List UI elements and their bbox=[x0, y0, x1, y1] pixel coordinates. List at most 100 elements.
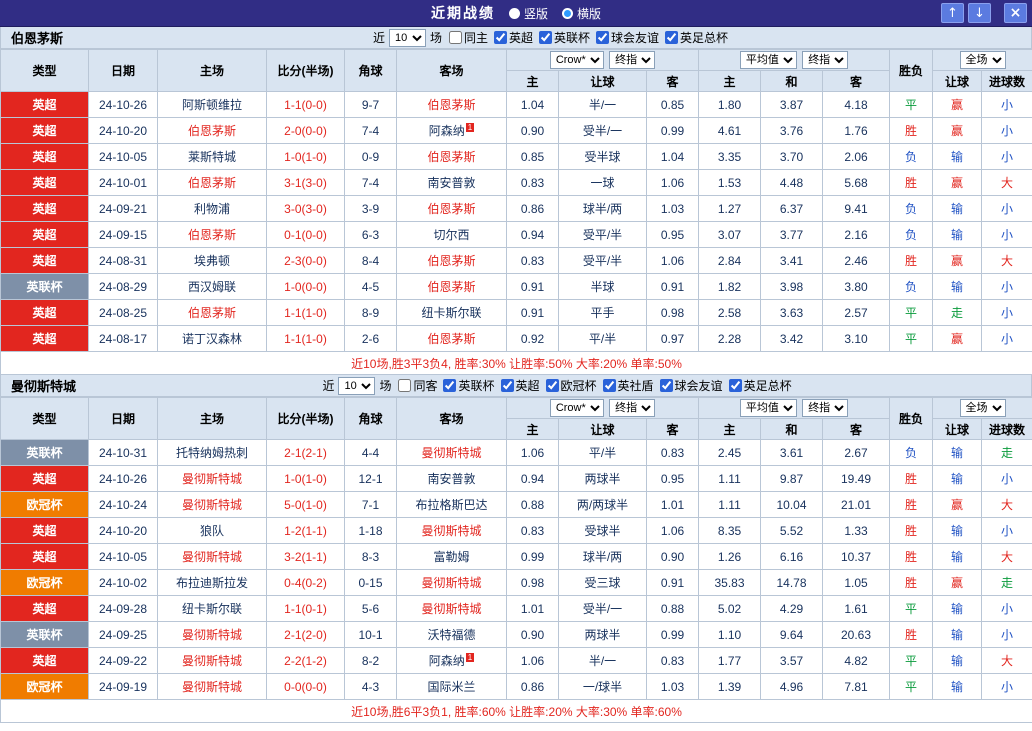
league-filter-checkbox[interactable]: 英联杯 bbox=[539, 29, 590, 46]
home-team[interactable]: 伯恩茅斯 bbox=[157, 221, 267, 248]
europe-company-select[interactable]: 平均值 bbox=[739, 399, 797, 417]
handicap-away-odds: 1.06 bbox=[645, 169, 700, 196]
away-team[interactable]: 曼彻斯特城 bbox=[396, 517, 507, 544]
league-filter-checkbox[interactable]: 英超 bbox=[494, 29, 533, 46]
away-team[interactable]: 伯恩茅斯 bbox=[396, 247, 507, 274]
home-team[interactable]: 曼彻斯特城 bbox=[157, 647, 267, 674]
match-row: 英超 24-10-01 伯恩茅斯 3-1(3-0) 7-4 南安普敦 0.83 一球 1.06 1… bbox=[0, 169, 1032, 196]
home-team[interactable]: 诺丁汉森林 bbox=[157, 325, 267, 352]
checkbox-input[interactable] bbox=[665, 31, 679, 44]
away-team[interactable]: 南安普敦 bbox=[396, 169, 507, 196]
layout-radio-vertical[interactable]: 竖版 bbox=[508, 5, 548, 22]
col-away: 客场 bbox=[396, 397, 507, 440]
checkbox-input[interactable] bbox=[596, 31, 610, 44]
home-team[interactable]: 曼彻斯特城 bbox=[157, 673, 267, 700]
home-team[interactable]: 曼彻斯特城 bbox=[157, 465, 267, 492]
league-filter-checkbox[interactable]: 英超 bbox=[500, 377, 540, 394]
home-team[interactable]: 伯恩茅斯 bbox=[157, 299, 267, 326]
league-badge: 英联杯 bbox=[0, 621, 89, 648]
checkbox-input[interactable] bbox=[545, 379, 559, 392]
checkbox-input[interactable] bbox=[494, 31, 507, 44]
full-scope-select[interactable]: 全场 bbox=[959, 51, 1006, 69]
home-team[interactable]: 莱斯特城 bbox=[157, 143, 267, 170]
layout-radio-horizontal[interactable]: 横版 bbox=[562, 5, 601, 22]
result: 平 bbox=[889, 299, 934, 326]
away-team[interactable]: 布拉格斯巴达 bbox=[396, 491, 507, 518]
away-team[interactable]: 纽卡斯尔联 bbox=[396, 299, 507, 326]
europe-time-select[interactable]: 终指 bbox=[802, 399, 849, 417]
home-team[interactable]: 伯恩茅斯 bbox=[157, 169, 267, 196]
league-filter-checkbox[interactable]: 球会友谊 bbox=[596, 29, 659, 46]
league-filter-checkbox[interactable]: 英社盾 bbox=[602, 377, 654, 394]
away-team[interactable]: 伯恩茅斯 bbox=[396, 195, 507, 222]
same-venue-checkbox[interactable]: 同主 bbox=[448, 29, 488, 46]
home-team[interactable]: 曼彻斯特城 bbox=[157, 621, 267, 648]
full-scope-select[interactable]: 全场 bbox=[959, 399, 1006, 417]
away-team[interactable]: 沃特福德 bbox=[396, 621, 507, 648]
europe-away-odds: 5.68 bbox=[822, 169, 891, 196]
away-team[interactable]: 国际米兰 bbox=[396, 673, 507, 700]
away-team[interactable]: 阿森纳 1 bbox=[396, 647, 507, 674]
radio-label: 横版 bbox=[577, 6, 602, 21]
home-team[interactable]: 阿斯顿维拉 bbox=[157, 91, 267, 118]
league-filter-checkbox[interactable]: 英足总杯 bbox=[728, 377, 792, 394]
europe-time-select[interactable]: 终指 bbox=[802, 51, 849, 69]
scroll-up-button[interactable]: ↑ bbox=[941, 3, 964, 23]
home-team[interactable]: 布拉迪斯拉发 bbox=[157, 569, 267, 596]
match-date: 24-08-17 bbox=[88, 325, 158, 352]
match-count-select[interactable]: 10 bbox=[388, 28, 426, 47]
handicap-company-select[interactable]: Crow* bbox=[549, 51, 604, 69]
checkbox-input[interactable] bbox=[659, 379, 673, 392]
scroll-down-button[interactable]: ↓ bbox=[968, 3, 991, 23]
league-filter-checkbox[interactable]: 欧冠杯 bbox=[545, 377, 597, 394]
home-team[interactable]: 曼彻斯特城 bbox=[157, 543, 267, 570]
away-team[interactable]: 曼彻斯特城 bbox=[396, 595, 507, 622]
handicap-time-select[interactable]: 终指 bbox=[609, 399, 656, 417]
handicap-result: 输 bbox=[932, 673, 983, 700]
home-team[interactable]: 埃弗顿 bbox=[157, 247, 267, 274]
match-count-select[interactable]: 10 bbox=[338, 376, 376, 395]
checkbox-input[interactable] bbox=[602, 379, 616, 392]
checkbox-input[interactable] bbox=[398, 379, 412, 392]
home-team[interactable]: 西汉姆联 bbox=[157, 273, 267, 300]
checkbox-input[interactable] bbox=[448, 31, 462, 44]
away-team[interactable]: 伯恩茅斯 bbox=[396, 325, 507, 352]
checkbox-input[interactable] bbox=[443, 379, 457, 392]
same-venue-checkbox[interactable]: 同客 bbox=[398, 377, 437, 394]
team-section-bournemouth: 伯恩茅斯 近 10 场 同主 英超 英联杯 球会友谊 英足总杯 类型 日期 主场 比分(… bbox=[0, 27, 1032, 375]
league-badge: 英联杯 bbox=[0, 273, 89, 300]
home-team[interactable]: 曼彻斯特城 bbox=[157, 491, 267, 518]
away-team[interactable]: 阿森纳 1 bbox=[396, 117, 507, 144]
handicap-away-odds: 0.83 bbox=[645, 439, 700, 466]
away-team[interactable]: 伯恩茅斯 bbox=[396, 91, 507, 118]
away-team[interactable]: 切尔西 bbox=[396, 221, 507, 248]
filter-checkboxes: 同客 英联杯 英超 欧冠杯 英社盾 球会友谊 英足总杯 bbox=[395, 377, 794, 394]
home-team[interactable]: 纽卡斯尔联 bbox=[157, 595, 267, 622]
league-filter-checkbox[interactable]: 英足总杯 bbox=[665, 29, 728, 46]
away-team[interactable]: 伯恩茅斯 bbox=[396, 273, 507, 300]
europe-draw-odds: 3.70 bbox=[760, 143, 824, 170]
away-team[interactable]: 富勒姆 bbox=[396, 543, 507, 570]
handicap-line: 受半球 bbox=[558, 143, 647, 170]
home-team[interactable]: 利物浦 bbox=[157, 195, 267, 222]
league-filter-checkbox[interactable]: 英联杯 bbox=[443, 377, 495, 394]
handicap-time-select[interactable]: 终指 bbox=[609, 51, 656, 69]
europe-company-select[interactable]: 平均值 bbox=[739, 51, 797, 69]
checkbox-input[interactable] bbox=[728, 379, 742, 392]
away-team[interactable]: 曼彻斯特城 bbox=[396, 439, 507, 466]
checkbox-input[interactable] bbox=[500, 379, 514, 392]
away-team[interactable]: 伯恩茅斯 bbox=[396, 143, 507, 170]
league-filter-checkbox[interactable]: 球会友谊 bbox=[659, 377, 723, 394]
checkbox-input[interactable] bbox=[539, 31, 553, 44]
home-team[interactable]: 狼队 bbox=[157, 517, 267, 544]
home-team[interactable]: 伯恩茅斯 bbox=[157, 117, 267, 144]
away-team[interactable]: 南安普敦 bbox=[396, 465, 507, 492]
europe-home-odds: 5.02 bbox=[698, 595, 762, 622]
close-button[interactable]: × bbox=[1004, 3, 1027, 23]
handicap-away-odds: 0.91 bbox=[645, 273, 700, 300]
checkbox-label: 同主 bbox=[463, 31, 488, 45]
home-team[interactable]: 托特纳姆热刺 bbox=[157, 439, 267, 466]
handicap-company-select[interactable]: Crow* bbox=[549, 399, 604, 417]
match-row: 英超 24-08-17 诺丁汉森林 1-1(1-0) 2-6 伯恩茅斯 0.92 平/半 0.9… bbox=[0, 325, 1032, 352]
away-team[interactable]: 曼彻斯特城 bbox=[396, 569, 507, 596]
